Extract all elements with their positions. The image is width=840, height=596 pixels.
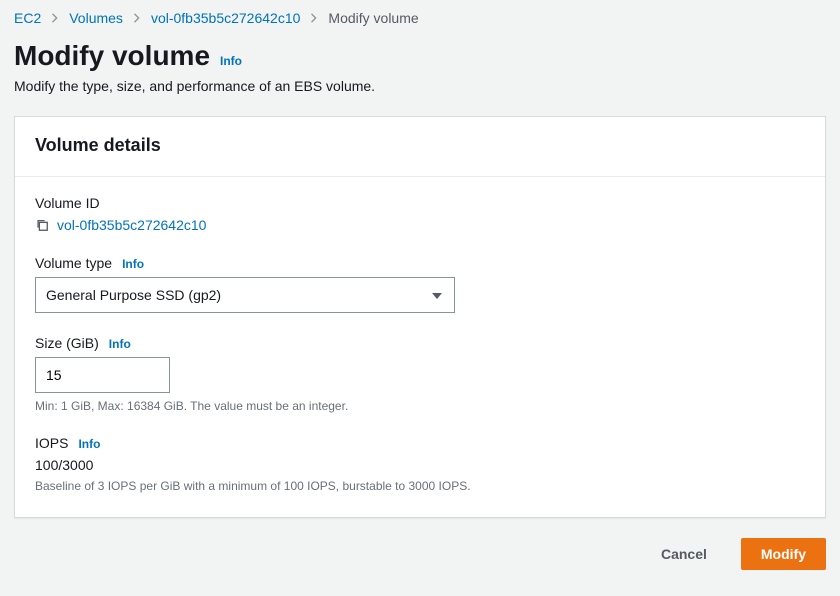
volume-details-panel: Volume details Volume ID vol-0fb35b5c272… [14,116,826,518]
caret-down-icon [432,287,442,303]
chevron-right-icon [133,13,141,23]
volume-type-label: Volume type [35,255,112,271]
info-link-iops[interactable]: Info [78,437,100,451]
modify-button[interactable]: Modify [741,538,826,570]
actions-row: Cancel Modify [14,518,826,570]
field-volume-type: Volume type Info General Purpose SSD (gp… [35,255,805,313]
info-link-volume-type[interactable]: Info [122,257,144,271]
info-link-heading[interactable]: Info [220,54,242,68]
panel-title: Volume details [35,135,805,156]
size-label: Size (GiB) [35,335,99,351]
info-link-size[interactable]: Info [109,337,131,351]
copy-icon[interactable] [35,218,49,232]
size-input[interactable] [35,357,170,393]
breadcrumb-ec2[interactable]: EC2 [14,10,41,26]
breadcrumb-volumes[interactable]: Volumes [69,10,123,26]
iops-value: 100/3000 [35,457,805,473]
page-title: Modify volume [14,40,210,72]
volume-type-select[interactable]: General Purpose SSD (gp2) [35,277,455,313]
volume-type-selected: General Purpose SSD (gp2) [46,287,221,303]
breadcrumb: EC2 Volumes vol-0fb35b5c272642c10 Modify… [14,10,826,40]
iops-label: IOPS [35,435,68,451]
breadcrumb-current: Modify volume [328,10,418,26]
volume-id-label: Volume ID [35,195,100,211]
iops-hint: Baseline of 3 IOPS per GiB with a minimu… [35,479,805,493]
size-hint: Min: 1 GiB, Max: 16384 GiB. The value mu… [35,399,805,413]
field-iops: IOPS Info 100/3000 Baseline of 3 IOPS pe… [35,435,805,493]
chevron-right-icon [310,13,318,23]
breadcrumb-volume-id[interactable]: vol-0fb35b5c272642c10 [151,10,300,26]
volume-id-link[interactable]: vol-0fb35b5c272642c10 [57,217,206,233]
field-size: Size (GiB) Info Min: 1 GiB, Max: 16384 G… [35,335,805,413]
cancel-button[interactable]: Cancel [641,538,727,570]
field-volume-id: Volume ID vol-0fb35b5c272642c10 [35,195,805,233]
chevron-right-icon [51,13,59,23]
page-description: Modify the type, size, and performance o… [14,78,826,94]
